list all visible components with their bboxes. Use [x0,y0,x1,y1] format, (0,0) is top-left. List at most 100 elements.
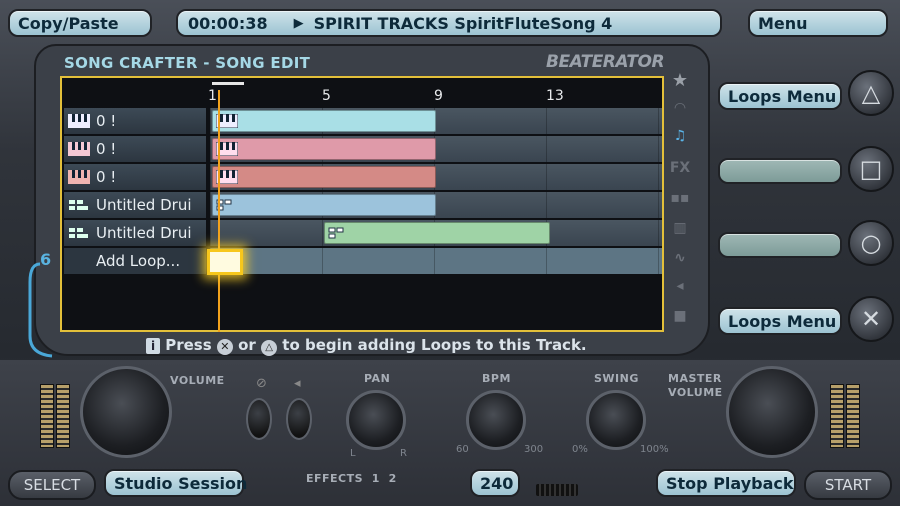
track-lane[interactable] [210,192,662,218]
master-volume-label-line2: VOLUME [668,386,723,399]
track-lane[interactable] [210,136,662,162]
solo-toggle[interactable] [286,398,312,440]
level-meter-left-2 [56,384,70,448]
keyboard-icon [68,114,90,128]
track-lane[interactable] [210,220,662,246]
track-lane[interactable] [210,108,662,134]
empty-menu-slot[interactable] [718,232,842,258]
master-volume-knob[interactable] [726,366,818,458]
mute-icon: ⊘ [256,376,267,391]
loop-block[interactable] [212,194,436,216]
square-button[interactable]: □ [848,146,894,192]
star-icon[interactable]: ★ [668,70,692,92]
hint-press: Press [165,336,212,354]
loop-block[interactable] [212,110,436,132]
track-name: 0 ! [96,168,117,186]
add-loop-text: Add Loop... [96,252,181,270]
loops-menu-button-top[interactable]: Loops Menu [718,82,842,110]
song-timeline-editor: 1 5 9 13 0 ! 0 ! 0 ! Untitled Drui Untit… [60,76,664,332]
playhead [218,90,220,332]
cross-button-icon: ✕ [216,339,233,355]
level-meter-right [830,384,844,448]
selection-cursor[interactable] [207,249,243,275]
circle-button[interactable]: ○ [848,220,894,266]
bpm-value-display: 240 [470,469,520,497]
drum-pattern-icon [69,200,88,210]
cross-button[interactable]: ✕ [848,296,894,342]
drum-pattern-icon [328,227,344,239]
track-name: 0 ! [96,112,117,130]
loop-block[interactable] [212,166,436,188]
wave-icon[interactable]: ∿ [668,250,692,272]
triangle-button[interactable]: △ [848,70,894,116]
fx-icon[interactable]: FX [668,160,692,182]
bpm-knob[interactable] [466,390,526,450]
track-lane[interactable] [210,248,662,274]
mute-toggle[interactable] [246,398,272,440]
notes-icon[interactable]: ♫ [668,128,692,150]
track-label[interactable]: Untitled Drui [64,220,206,246]
triangle-button-icon: △ [261,340,278,356]
loop-block[interactable] [324,222,550,244]
track-row[interactable]: Untitled Drui [64,192,662,218]
elapsed-time: 00:00:38 [188,13,268,33]
speaker-grille [536,484,578,496]
bar-ruler: 1 5 9 13 [208,88,662,108]
pan-knob[interactable] [346,390,406,450]
level-meter-left [40,384,54,448]
swing-label: SWING [594,372,639,385]
track-name: Untitled Drui [96,224,192,242]
track-label[interactable]: Untitled Drui [64,192,206,218]
ruler-mark: 1 [208,88,217,104]
drum-pattern-icon [69,228,88,238]
info-icon: i [146,338,160,354]
track-name: 0 ! [96,140,117,158]
beaterator-logo: BEATERATOR [546,52,665,72]
headphones-icon[interactable]: ◠ [668,100,692,122]
track-row[interactable]: 0 ! [64,164,662,190]
pan-label: PAN [364,372,391,385]
swing-knob[interactable] [586,390,646,450]
track-row[interactable]: 0 ! [64,108,662,134]
pattern-icon[interactable]: ▪▪ [668,190,692,212]
select-button[interactable]: SELECT [8,470,96,500]
speaker-icon[interactable]: ◂ [668,278,692,300]
keys-icon[interactable]: ▥ [668,220,692,242]
track-label[interactable]: 0 ! [64,136,206,162]
stop-playback-button[interactable]: Stop Playback [656,469,796,497]
loop-block[interactable] [212,138,436,160]
speaker-icon: ◂ [294,376,301,391]
volume-knob[interactable] [80,366,172,458]
start-button[interactable]: START [804,470,892,500]
bpm-min-label: 60 [456,444,469,455]
studio-session-button[interactable]: Studio Session [104,469,247,497]
empty-menu-slot[interactable] [718,158,842,184]
track-row-add[interactable]: Add Loop... [64,248,662,274]
menu-button[interactable]: Menu [748,9,888,37]
copy-paste-button[interactable]: Copy/Paste [8,9,152,37]
hint-text: i Press ✕ or △ to begin adding Loops to … [146,336,587,356]
pan-right-label: R [400,448,407,459]
ruler-mark: 9 [434,88,443,104]
track-bracket [28,262,53,358]
ruler-mark: 13 [546,88,564,104]
play-icon: ▶ [293,15,304,31]
song-title: SPIRIT TRACKS SpiritFluteSong 4 [313,13,613,33]
loops-menu-button-bottom[interactable]: Loops Menu [718,307,842,335]
song-status-bar: 00:00:38 ▶ SPIRIT TRACKS SpiritFluteSong… [176,9,722,37]
track-label[interactable]: 0 ! [64,164,206,190]
swing-max-label: 100% [640,444,669,455]
keyboard-icon [68,170,90,184]
level-meter-right-2 [846,384,860,448]
hint-rest: to begin adding Loops to this Track. [282,336,587,354]
ruler-mark: 5 [322,88,331,104]
add-loop-label[interactable]: Add Loop... [64,248,206,274]
ruler-position-marker [212,82,244,85]
track-row[interactable]: 0 ! [64,136,662,162]
track-label[interactable]: 0 ! [64,108,206,134]
track-row[interactable]: Untitled Drui [64,220,662,246]
track-lane[interactable] [210,164,662,190]
record-icon[interactable]: ■ [668,308,692,330]
hint-or: or [238,336,256,354]
bpm-max-label: 300 [524,444,544,455]
